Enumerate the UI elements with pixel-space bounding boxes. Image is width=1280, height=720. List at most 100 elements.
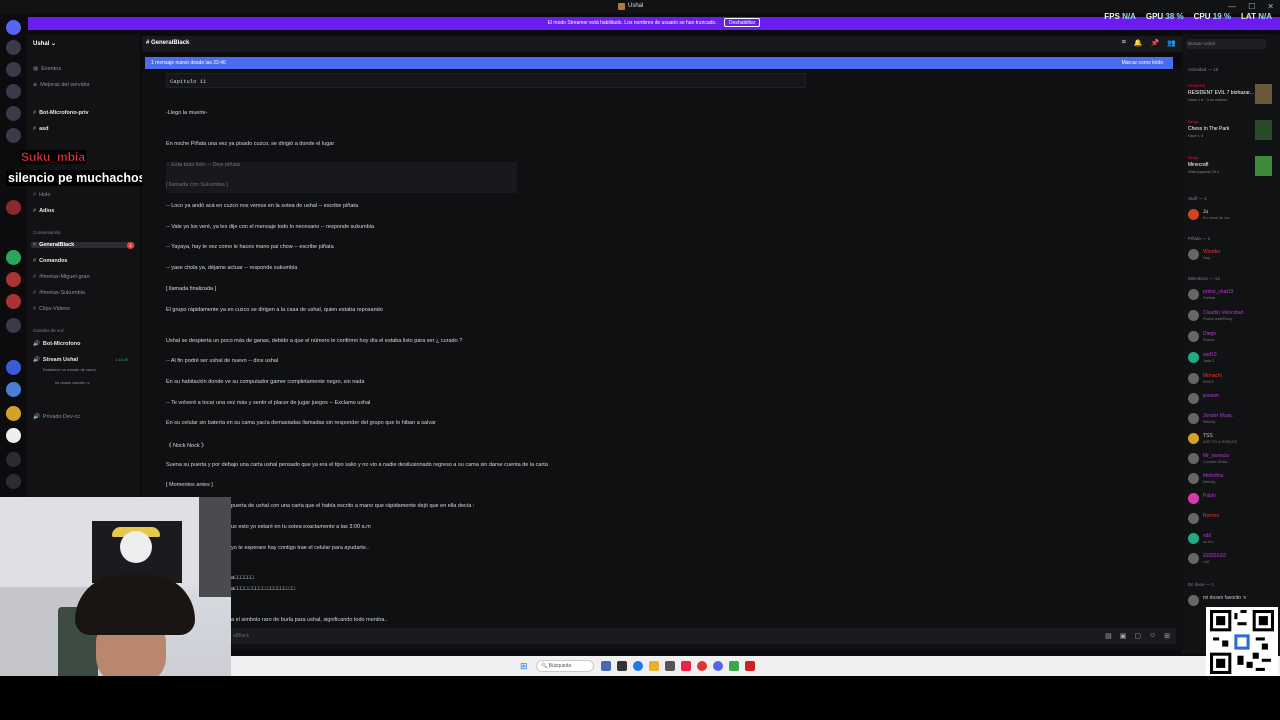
app-icon[interactable] — [617, 661, 627, 671]
disable-streamer-button[interactable]: Deshabilitar — [723, 18, 761, 28]
bell-icon[interactable]: 🔔 — [1134, 39, 1143, 47]
channel-item[interactable]: # Clips-Videos — [33, 306, 70, 312]
server-icon[interactable] — [6, 250, 21, 265]
home-icon[interactable] — [6, 20, 21, 35]
member-item[interactable]: Jonder Music Melody — [1188, 412, 1274, 426]
voice-channel-status[interactable]: Establece un estado de canal — [43, 367, 95, 372]
new-messages-bar[interactable]: 1 mensaje nuevo desde las 22:46 Marcar c… — [145, 57, 1173, 69]
channel-item[interactable]: # #Imetas-Miguel-gran — [33, 274, 90, 280]
close-icon[interactable]: ✕ — [1267, 2, 1274, 11]
app-icon[interactable] — [745, 661, 755, 671]
message-line: -- Yayaya, hay te vez como le haces mano… — [166, 244, 334, 250]
add-server-icon[interactable] — [6, 452, 21, 467]
member-item[interactable]: Pablo — [1188, 492, 1274, 506]
events-item[interactable]: ▦ Eventos — [33, 66, 61, 72]
message-line: a□□□□□□ — [231, 575, 254, 581]
category-conversacion[interactable]: Conversación — [33, 230, 61, 235]
server-boosts-item[interactable]: ◈ Mejoras del servidor — [33, 82, 90, 88]
server-name[interactable]: Ushal ⌄ — [33, 40, 56, 47]
server-icon[interactable] — [6, 382, 21, 397]
category-voice[interactable]: Canales de voz — [33, 328, 64, 333]
member-item[interactable]: primo_chat19 Partida — [1188, 288, 1274, 302]
channel-item[interactable]: # Comandos — [33, 258, 67, 264]
server-icon[interactable] — [6, 62, 21, 77]
overlay-chat-message: silencio pe muchachos — [6, 170, 148, 186]
server-icon[interactable] — [6, 128, 21, 143]
folder-icon[interactable] — [649, 661, 659, 671]
qr-code-graphic — [1210, 610, 1274, 674]
hash-icon: # — [33, 274, 37, 280]
voice-user[interactable]: mi dosen favorito :v — [55, 380, 90, 385]
search-input[interactable]: Buscar Ushal — [1186, 39, 1266, 49]
app-icon[interactable] — [665, 661, 675, 671]
apps-icon[interactable]: ⊞ — [1164, 632, 1170, 640]
server-icon[interactable] — [6, 360, 21, 375]
server-icon[interactable] — [6, 200, 21, 215]
avatar — [1188, 331, 1199, 342]
member-item[interactable]: Ju En canal de voz — [1188, 208, 1274, 222]
activity-card[interactable]: Benja Chess In The Park Hace 1 d — [1188, 116, 1274, 146]
gif-icon[interactable]: ▣ — [1120, 632, 1127, 640]
taskbar-search[interactable]: 🔍 Búsqueda — [536, 660, 594, 672]
server-icon[interactable] — [6, 106, 21, 121]
webcam-background-screen — [199, 497, 231, 597]
member-item[interactable]: Diego Roblox — [1188, 330, 1274, 344]
activity-card[interactable]: SOMBRA RESIDENT EVIL 7 biohazar... Hace … — [1188, 80, 1274, 110]
server-icon[interactable] — [6, 406, 21, 421]
member-item[interactable]: Mr_esencia Counter-Strike — [1188, 452, 1274, 466]
activity-card[interactable]: Benja Minecraft Viste jugando 29 h — [1188, 152, 1274, 182]
message-line: [ llamada finalizada ] — [166, 286, 217, 292]
member-item[interactable]: mi dosen favorito :v — [1188, 594, 1274, 608]
member-item[interactable]: Wonder Nap — [1188, 248, 1274, 262]
app-icon[interactable] — [681, 661, 691, 671]
pin-icon[interactable]: 📌 — [1151, 39, 1160, 47]
gift-icon[interactable]: ▤ — [1105, 632, 1112, 640]
message-input[interactable]: alBlack ▤ ▣ ▢ ☺ ⊞ — [231, 628, 1176, 644]
mark-read-button[interactable]: Marcar como leído — [1122, 57, 1163, 69]
voice-channel-item[interactable]: 🔊 Stream Ushal — [33, 357, 78, 363]
avatar — [1188, 493, 1199, 504]
message-line: Suena su puerta y por debajo una carta u… — [166, 462, 548, 468]
voice-channel-item[interactable]: 🔊 Bot-Microfono — [33, 341, 80, 347]
channel-item[interactable]: # #Imetas-Sukumbia — [33, 290, 85, 296]
member-item[interactable]: Monachi WOLF — [1188, 372, 1274, 386]
server-icon[interactable] — [6, 318, 21, 333]
channel-item[interactable]: # Holo — [33, 192, 50, 198]
window-title: Ushal — [617, 3, 644, 10]
channel-item-selected[interactable]: # GeneralBlack — [31, 242, 135, 248]
voice-channel-item[interactable]: 🔊 Privado Dev-cc — [33, 414, 80, 420]
server-icon[interactable] — [6, 84, 21, 99]
threads-icon[interactable]: ⌗ — [1122, 39, 1126, 47]
edge-icon[interactable] — [633, 661, 643, 671]
explore-icon[interactable] — [6, 474, 21, 489]
members-icon[interactable]: 👥 — [1167, 39, 1176, 47]
discord-icon[interactable] — [713, 661, 723, 671]
server-icon[interactable] — [6, 428, 21, 443]
maximize-icon[interactable]: ☐ — [1248, 2, 1255, 11]
member-item[interactable]: ƧƧƧƧƧƧƧ Luff — [1188, 552, 1274, 566]
app-icon[interactable] — [601, 661, 611, 671]
overlay-chat-user: Suku_mbia — [20, 150, 87, 164]
server-icon[interactable] — [6, 272, 21, 287]
channel-item[interactable]: # asd — [33, 126, 49, 132]
server-icon[interactable] — [6, 294, 21, 309]
member-item[interactable]: asd19 Jada 2 — [1188, 351, 1274, 365]
windows-start-icon[interactable]: ⊞ — [520, 661, 530, 671]
emoji-icon[interactable]: ☺ — [1149, 632, 1156, 640]
app-icon[interactable] — [729, 661, 739, 671]
minimize-icon[interactable]: — — [1228, 2, 1236, 11]
channel-item[interactable]: # Adios — [33, 208, 54, 214]
member-item[interactable]: jessem — [1188, 392, 1274, 406]
member-item[interactable]: Claudio Velocidad Robox web/Reloj — [1188, 309, 1274, 323]
member-item[interactable]: Melodina Melody — [1188, 472, 1274, 486]
channel-item[interactable]: # Bot-Microfono-priv — [33, 110, 89, 116]
member-item[interactable]: Romeo — [1188, 512, 1274, 526]
member-item[interactable]: TSS ADICTO A ROBLOX — [1188, 432, 1274, 446]
member-item[interactable]: xdd no bro — [1188, 532, 1274, 546]
message-input-placeholder: alBlack — [233, 633, 250, 639]
sticker-icon[interactable]: ▢ — [1134, 632, 1141, 640]
server-icon[interactable] — [6, 40, 21, 55]
chrome-icon[interactable] — [697, 661, 707, 671]
avatar — [1188, 413, 1199, 424]
stat-gpu: GPU 38 % — [1145, 12, 1184, 21]
